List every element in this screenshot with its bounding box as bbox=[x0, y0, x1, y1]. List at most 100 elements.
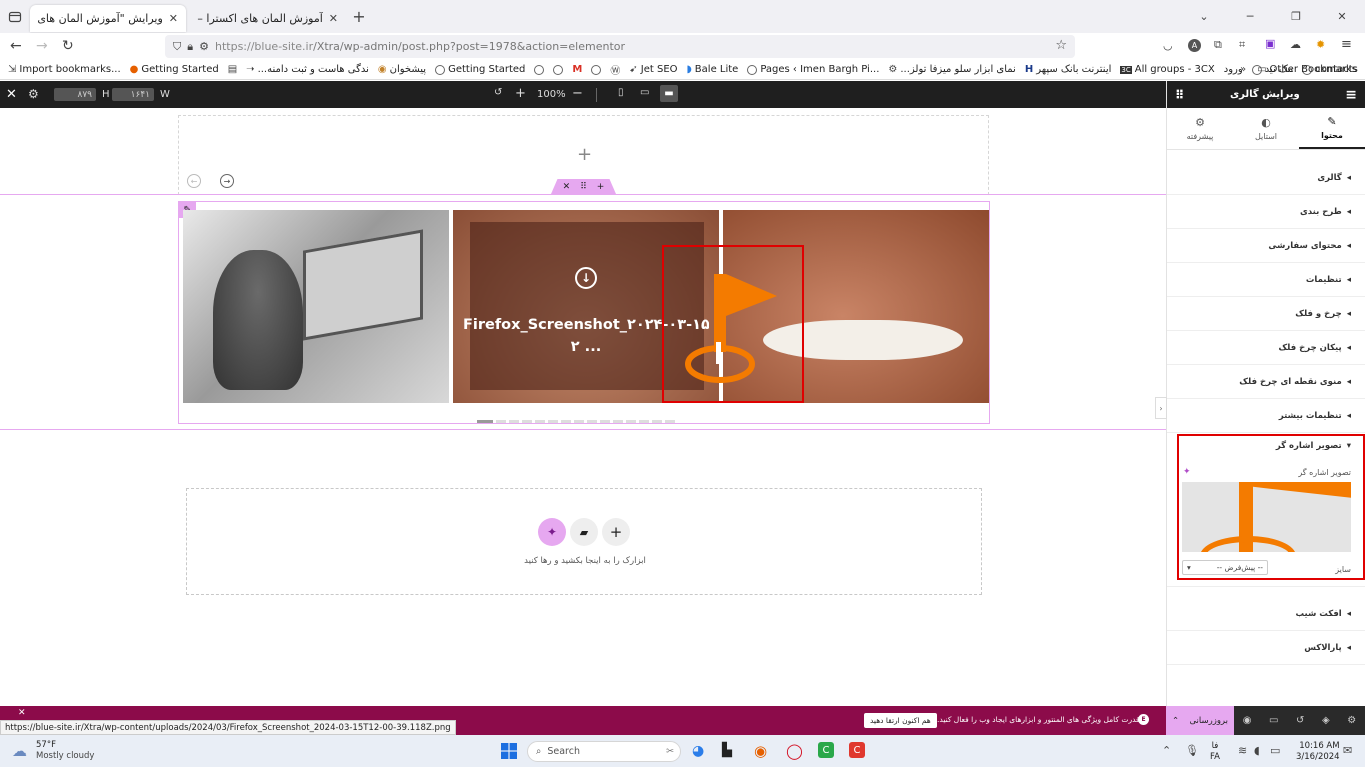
section-gallery[interactable]: گالری ◂ bbox=[1167, 161, 1365, 195]
chevron-down-icon[interactable]: ⌄ bbox=[1181, 10, 1227, 23]
size-select[interactable]: ▾ -- پیش‌فرض -- bbox=[1182, 560, 1268, 575]
copilot-icon[interactable]: ◕ bbox=[692, 743, 704, 759]
bookmark-sepehr[interactable]: H اینترنت بانک سپهر bbox=[1025, 64, 1112, 75]
extensions-icon[interactable]: ⧉ bbox=[1214, 38, 1222, 52]
minimize-icon[interactable]: ─ bbox=[1227, 10, 1273, 23]
opera-icon[interactable]: ◯ bbox=[786, 742, 803, 760]
reset-zoom-icon[interactable]: ↺ bbox=[494, 87, 502, 98]
section-handle[interactable]: ✕ ⠿ + bbox=[551, 179, 616, 194]
crop-icon[interactable]: ⌗ bbox=[1239, 38, 1245, 52]
bookmark-tools[interactable]: ⚙ ...نمای ابزار سلو میزفا تولز bbox=[888, 64, 1015, 75]
grid-icon[interactable]: ⠿ bbox=[1175, 88, 1184, 102]
firefox-taskbar-icon[interactable]: ◉ bbox=[754, 742, 767, 760]
dot-active[interactable] bbox=[477, 420, 493, 423]
add-section-icon[interactable]: + bbox=[597, 182, 605, 192]
collapse-panel-icon[interactable]: › bbox=[1155, 397, 1167, 419]
section-carousel-arrows[interactable]: پیکان چرخ فلک ◂ bbox=[1167, 331, 1365, 365]
ai-sparkle-button[interactable]: ✦ bbox=[538, 518, 566, 546]
app-red-icon[interactable]: C bbox=[849, 742, 865, 758]
forward-icon[interactable]: → bbox=[36, 38, 48, 54]
shield-icon[interactable]: ⛉ bbox=[173, 40, 181, 54]
bookmark-bale-lite[interactable]: ◗ Bale Lite bbox=[687, 64, 739, 75]
battery-icon[interactable]: ▭ bbox=[1270, 744, 1280, 757]
arrow-right-circle-icon[interactable]: → bbox=[220, 174, 234, 188]
dot[interactable] bbox=[587, 420, 597, 423]
cursor-image-preview[interactable] bbox=[1182, 482, 1351, 552]
notifications-icon[interactable]: ✉ bbox=[1343, 744, 1352, 757]
zoom-out-icon[interactable]: − bbox=[572, 86, 583, 101]
pocket-icon[interactable]: ◡ bbox=[1163, 39, 1173, 52]
dot[interactable] bbox=[574, 420, 584, 423]
reload-icon[interactable]: ↻ bbox=[62, 38, 74, 54]
drag-handle-icon[interactable]: ⠿ bbox=[580, 182, 587, 192]
section-carousel[interactable]: چرخ و فلک ◂ bbox=[1167, 297, 1365, 331]
dot[interactable] bbox=[613, 420, 623, 423]
section-more-settings[interactable]: تنظیمات بیشتر ◂ bbox=[1167, 399, 1365, 433]
bookmark-pages[interactable]: Pages ‹ Imen Bargh Pi... bbox=[747, 64, 879, 75]
ai-sparkle-icon[interactable]: ✦ bbox=[1183, 467, 1191, 477]
dot[interactable] bbox=[652, 420, 662, 423]
add-element-icon[interactable]: + bbox=[577, 144, 592, 165]
close-window-icon[interactable]: ✕ bbox=[1319, 10, 1365, 23]
addon-icon[interactable]: ✹ bbox=[1316, 38, 1325, 51]
close-status-icon[interactable]: ✕ bbox=[18, 708, 26, 718]
bookmark-jet-seo[interactable]: ➹ Jet SEO bbox=[629, 64, 677, 75]
section-tilt-effect[interactable]: افکت شیب ◂ bbox=[1167, 597, 1365, 631]
back-icon[interactable]: ← bbox=[10, 38, 22, 54]
twitch-icon[interactable]: ▣ bbox=[1265, 37, 1275, 50]
lock-icon[interactable]: 🔒︎ bbox=[187, 40, 193, 54]
folder-button[interactable]: ▰ bbox=[570, 518, 598, 546]
close-icon[interactable]: ✕ bbox=[169, 12, 178, 25]
browser-tab-editor[interactable]: ویرایش "آموزش المان های اکسترا" ‹ ... ✕ bbox=[30, 4, 186, 32]
eye-icon[interactable]: ◉ bbox=[1243, 715, 1252, 726]
upgrade-button[interactable]: هم اکنون ارتقا دهید bbox=[864, 713, 937, 728]
bookmark-getting-started[interactable]: ● Getting Started bbox=[130, 64, 219, 75]
section-carousel-dots[interactable]: منوی نقطه ای چرخ فلک ◂ bbox=[1167, 365, 1365, 399]
bookmark-gmail[interactable]: M bbox=[572, 64, 582, 75]
height-value[interactable]: ۸۷۹ bbox=[54, 88, 96, 101]
close-editor-icon[interactable]: ✕ bbox=[6, 87, 17, 102]
bookmark-getting-started-2[interactable]: Getting Started bbox=[435, 64, 525, 75]
cloud-icon[interactable]: ☁ bbox=[1290, 38, 1301, 51]
desktop-icon[interactable]: ▬ bbox=[660, 85, 678, 102]
history-icon[interactable]: ↺ bbox=[1296, 715, 1304, 726]
bookmark-other[interactable]: » ▭ Other Bookmarks bbox=[1240, 64, 1357, 75]
new-tab-icon[interactable]: + bbox=[346, 7, 372, 26]
gear-icon[interactable]: ⚙ bbox=[28, 87, 39, 101]
dot[interactable] bbox=[509, 420, 519, 423]
account-icon[interactable]: A bbox=[1188, 39, 1201, 52]
tab-advanced[interactable]: ⚙ پیشرفته bbox=[1167, 108, 1233, 149]
microphone-icon[interactable]: 🎙︎ bbox=[1185, 744, 1199, 757]
volume-icon[interactable]: ◖ bbox=[1254, 744, 1260, 757]
tab-content[interactable]: ✎ محتوا bbox=[1299, 108, 1365, 149]
bookmark-globe-1[interactable] bbox=[534, 64, 545, 75]
dot[interactable] bbox=[548, 420, 558, 423]
browser-tab-site[interactable]: آموزش المان های اکسترا – علاءالدین ✕ bbox=[186, 5, 346, 32]
carousel-dots[interactable] bbox=[477, 420, 675, 423]
bookmark-import[interactable]: ⇲ Import bookmarks... bbox=[8, 64, 121, 75]
bookmark-dashboard[interactable]: ◉ پیشخوان bbox=[378, 64, 426, 75]
dot[interactable] bbox=[535, 420, 545, 423]
gallery-image-1[interactable] bbox=[183, 210, 449, 403]
wifi-icon[interactable]: ≋ bbox=[1238, 744, 1247, 757]
tab-style[interactable]: ◐ استایل bbox=[1233, 108, 1299, 149]
weather-widget[interactable]: 57°F Mostly cloudy bbox=[36, 740, 94, 762]
update-button[interactable]: ⌃ بروزرسانی bbox=[1166, 706, 1234, 735]
section-custom-content[interactable]: محتوای سفارشی ◂ bbox=[1167, 229, 1365, 263]
arrow-left-circle-icon[interactable]: ← bbox=[187, 174, 201, 188]
zoom-in-icon[interactable]: + bbox=[515, 86, 526, 101]
add-button[interactable]: + bbox=[602, 518, 630, 546]
drop-zone[interactable]: ✦ ▰ + ابزارک را به اینجا بکشید و رها کنی… bbox=[186, 488, 982, 595]
bookmark-host[interactable]: ➝ ...ندگی هاست و ثبت دامنه bbox=[246, 64, 369, 75]
section-layout[interactable]: طرح بندی ◂ bbox=[1167, 195, 1365, 229]
section-parallax[interactable]: پارالاکس ◂ bbox=[1167, 631, 1365, 665]
download-circle-icon[interactable]: ↓ bbox=[575, 267, 597, 289]
app-green-icon[interactable]: C bbox=[818, 742, 834, 758]
section-cursor-image-header[interactable]: تصویر اشاره گر ▾ bbox=[1276, 441, 1351, 451]
dot[interactable] bbox=[626, 420, 636, 423]
chevron-up-icon[interactable]: ⌃ bbox=[1162, 744, 1171, 757]
bookmark-icon-only[interactable]: ▤ bbox=[228, 64, 237, 75]
section-settings[interactable]: تنظیمات ◂ bbox=[1167, 263, 1365, 297]
clock[interactable]: 10:16 AM 3/16/2024 bbox=[1296, 741, 1340, 763]
gallery-widget[interactable]: ✎ ↓ Firefox_Screenshot_۲۰۲۴-۰۳-۱۵T1 ۲ ..… bbox=[178, 201, 990, 424]
